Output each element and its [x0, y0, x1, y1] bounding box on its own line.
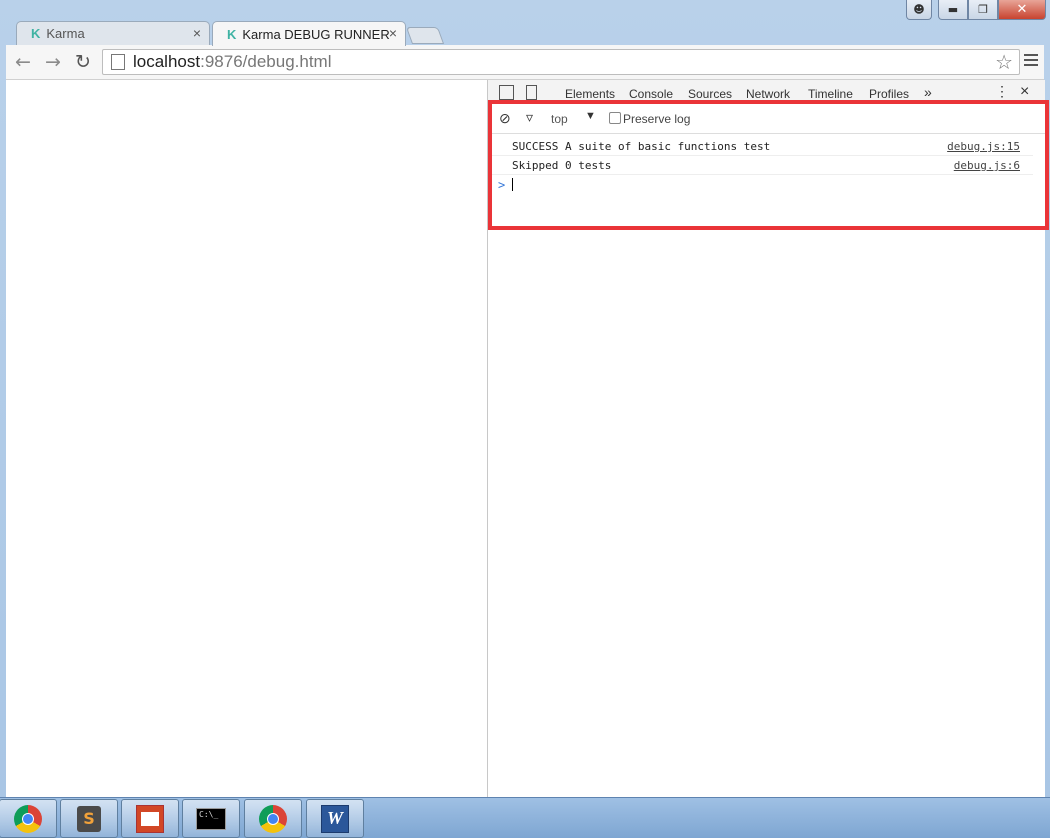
filter-icon[interactable]: ▿: [526, 109, 533, 126]
tab-close-icon[interactable]: ×: [193, 25, 201, 41]
window-controls: ☻ ▬ ❐ ✕: [906, 0, 1046, 20]
address-bar[interactable]: localhost:9876/debug.html ☆: [102, 49, 1020, 75]
tab-title: Karma DEBUG RUNNER: [242, 26, 390, 42]
devtools-tabbar: Elements Console Sources Network Timelin…: [488, 80, 1045, 103]
preserve-log-checkbox[interactable]: [609, 112, 621, 124]
more-tabs-icon[interactable]: »: [924, 84, 932, 100]
page-content: [6, 80, 487, 797]
sublime-text-icon[interactable]: S: [60, 799, 118, 838]
browser-window: ☻ ▬ ❐ ✕ K Karma × K Karma DEBUG RUNNER ×…: [0, 0, 1050, 797]
minimize-icon[interactable]: ▬: [938, 0, 968, 20]
chevron-down-icon[interactable]: ▼: [585, 110, 596, 122]
cmd-icon[interactable]: C:\_: [182, 799, 240, 838]
maximize-icon[interactable]: ❐: [968, 0, 998, 20]
clear-console-icon[interactable]: ⊘: [499, 110, 511, 127]
console-message: Skipped 0 tests debug.js:6: [488, 156, 1033, 175]
chrome-icon[interactable]: [0, 799, 57, 838]
url-text: localhost:9876/debug.html: [133, 52, 332, 71]
word-icon[interactable]: W: [306, 799, 364, 838]
karma-icon: K: [227, 26, 237, 42]
tab-karma[interactable]: K Karma ×: [16, 21, 210, 45]
new-tab-button[interactable]: [405, 27, 445, 44]
device-mode-icon[interactable]: [526, 85, 537, 100]
tab-sources[interactable]: Sources: [688, 87, 732, 101]
reload-icon[interactable]: ↻: [72, 51, 94, 73]
console-toolbar: ⊘ ▿ top ▼ Preserve log: [488, 103, 1045, 134]
devtools-menu-icon[interactable]: ⋮: [995, 83, 1009, 100]
preserve-log-label: Preserve log: [623, 112, 691, 126]
context-select[interactable]: top: [551, 112, 568, 126]
source-link[interactable]: debug.js:15: [947, 140, 1020, 153]
close-icon[interactable]: ✕: [998, 0, 1046, 20]
chrome-icon[interactable]: [244, 799, 302, 838]
back-icon[interactable]: ←: [12, 51, 34, 73]
bookmark-star-icon[interactable]: ☆: [995, 50, 1013, 74]
forward-icon[interactable]: →: [42, 51, 64, 73]
source-link[interactable]: debug.js:6: [954, 159, 1020, 172]
tab-timeline[interactable]: Timeline: [808, 87, 853, 101]
devtools-panel: Elements Console Sources Network Timelin…: [487, 80, 1045, 797]
tab-console[interactable]: Console: [629, 87, 674, 103]
tab-title: Karma: [46, 26, 85, 41]
karma-icon: K: [31, 26, 41, 41]
tab-elements[interactable]: Elements: [565, 87, 615, 101]
taskbar: S C:\_ W: [0, 797, 1050, 838]
inspect-icon[interactable]: [499, 85, 514, 100]
tab-network[interactable]: Network: [746, 87, 790, 101]
message-text: SUCCESS A suite of basic functions test: [512, 140, 771, 153]
message-text: Skipped 0 tests: [512, 159, 612, 172]
browser-toolbar: ← → ↻ localhost:9876/debug.html ☆: [6, 45, 1044, 80]
chrome-menu-icon[interactable]: [1024, 52, 1038, 69]
devtools-close-icon[interactable]: ×: [1020, 83, 1029, 101]
console-input[interactable]: [512, 178, 513, 191]
page-icon: [111, 54, 125, 70]
tab-close-icon[interactable]: ×: [389, 25, 397, 41]
user-icon[interactable]: ☻: [906, 0, 932, 20]
tab-karma-debug-runner[interactable]: K Karma DEBUG RUNNER ×: [212, 21, 406, 46]
tab-profiles[interactable]: Profiles: [869, 87, 909, 101]
console-message: SUCCESS A suite of basic functions test …: [488, 137, 1033, 156]
console-prompt-icon: >: [498, 178, 506, 192]
powerpoint-icon[interactable]: [121, 799, 179, 838]
